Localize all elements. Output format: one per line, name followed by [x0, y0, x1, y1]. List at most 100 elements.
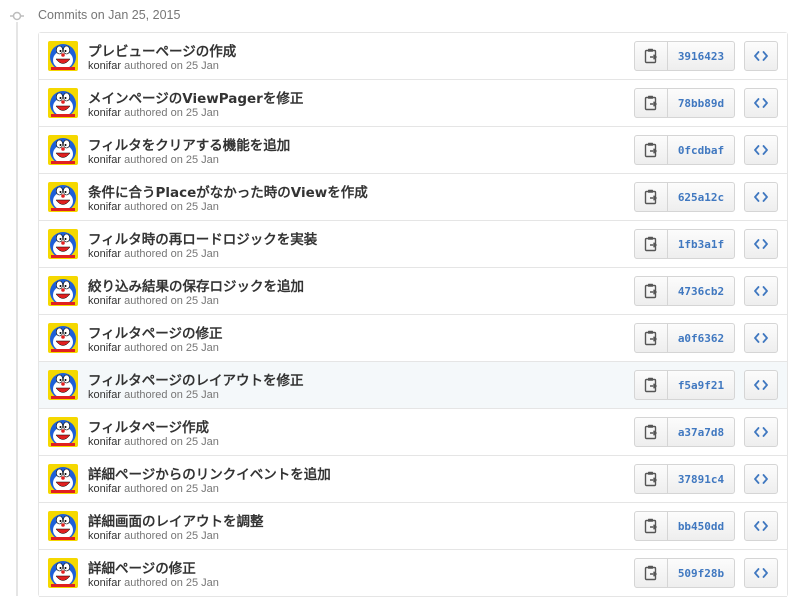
browse-repo-button[interactable] — [744, 370, 778, 400]
commit-authored-date: authored on 25 Jan — [124, 577, 219, 589]
commit-title[interactable]: 詳細ページの修正 — [88, 557, 196, 577]
commit-sha-link[interactable]: f5a9f21 — [668, 371, 734, 399]
copy-sha-button[interactable] — [635, 324, 668, 352]
commit-title[interactable]: 詳細ページからのリンクイベントを追加 — [88, 463, 331, 483]
clipboard-icon — [644, 236, 658, 252]
commit-authored-date: authored on 25 Jan — [124, 248, 219, 260]
commit-title[interactable]: フィルタページのレイアウトを修正 — [88, 369, 303, 389]
browse-repo-button[interactable] — [744, 464, 778, 494]
browse-repo-button[interactable] — [744, 182, 778, 212]
commit-sha-link[interactable]: bb450dd — [668, 512, 734, 540]
commit-title[interactable]: フィルタページ作成 — [88, 416, 209, 436]
copy-sha-button[interactable] — [635, 512, 668, 540]
avatar[interactable] — [48, 182, 78, 212]
browse-repo-button[interactable] — [744, 88, 778, 118]
avatar[interactable] — [48, 276, 78, 306]
browse-repo-button[interactable] — [744, 558, 778, 588]
commit-title[interactable]: 詳細画面のレイアウトを調整 — [88, 510, 264, 530]
browse-repo-button[interactable] — [744, 41, 778, 71]
copy-sha-button[interactable] — [635, 230, 668, 258]
commit-title[interactable]: フィルタをクリアする機能を追加 — [88, 134, 290, 154]
clipboard-icon — [644, 471, 658, 487]
commit-author[interactable]: konifar — [88, 530, 121, 542]
commit-authored-date: authored on 25 Jan — [124, 107, 219, 119]
copy-sha-button[interactable] — [635, 183, 668, 211]
commit-title[interactable]: フィルタページの修正 — [88, 322, 222, 342]
copy-sha-button[interactable] — [635, 559, 668, 587]
avatar[interactable] — [48, 370, 78, 400]
avatar[interactable] — [48, 41, 78, 71]
sha-button-group: 4736cb2 — [634, 276, 735, 306]
clipboard-icon — [644, 377, 658, 393]
browse-repo-button[interactable] — [744, 417, 778, 447]
avatar[interactable] — [48, 511, 78, 541]
avatar[interactable] — [48, 88, 78, 118]
commit-sha-link[interactable]: 1fb3a1f — [668, 230, 734, 258]
copy-sha-button[interactable] — [635, 465, 668, 493]
copy-sha-button[interactable] — [635, 136, 668, 164]
copy-sha-button[interactable] — [635, 89, 668, 117]
commit-sha-link[interactable]: 4736cb2 — [668, 277, 734, 305]
copy-sha-button[interactable] — [635, 42, 668, 70]
clipboard-icon — [644, 142, 658, 158]
sha-button-group: a0f6362 — [634, 323, 735, 353]
commit-sha-link[interactable]: a37a7d8 — [668, 418, 734, 446]
avatar[interactable] — [48, 558, 78, 588]
code-icon — [754, 568, 768, 578]
commit-row: フィルタページ作成 konifar authored on 25 Jan a37… — [39, 409, 787, 456]
commit-author[interactable]: konifar — [88, 436, 121, 448]
avatar[interactable] — [48, 464, 78, 494]
commit-author[interactable]: konifar — [88, 60, 121, 72]
browse-repo-button[interactable] — [744, 229, 778, 259]
commit-author[interactable]: konifar — [88, 154, 121, 166]
avatar[interactable] — [48, 417, 78, 447]
commit-author[interactable]: konifar — [88, 107, 121, 119]
clipboard-icon — [644, 283, 658, 299]
commit-sha-link[interactable]: 0fcdbaf — [668, 136, 734, 164]
commit-row: 詳細画面のレイアウトを調整 konifar authored on 25 Jan… — [39, 503, 787, 550]
browse-repo-button[interactable] — [744, 135, 778, 165]
copy-sha-button[interactable] — [635, 418, 668, 446]
commit-title[interactable]: プレビューページの作成 — [88, 40, 236, 60]
commit-meta: konifar authored on 25 Jan — [88, 60, 219, 72]
browse-repo-button[interactable] — [744, 276, 778, 306]
copy-sha-button[interactable] — [635, 371, 668, 399]
browse-repo-button[interactable] — [744, 511, 778, 541]
commit-author[interactable]: konifar — [88, 577, 121, 589]
doraemon-avatar-image — [48, 182, 78, 212]
commit-sha-link[interactable]: a0f6362 — [668, 324, 734, 352]
browse-repo-button[interactable] — [744, 323, 778, 353]
commit-title[interactable]: メインページのViewPagerを修正 — [88, 87, 303, 107]
commit-sha-link[interactable]: 3916423 — [668, 42, 734, 70]
commit-author[interactable]: konifar — [88, 201, 121, 213]
clipboard-icon — [644, 565, 658, 581]
commit-title[interactable]: 条件に合うPlaceがなかった時のViewを作成 — [88, 181, 368, 201]
avatar[interactable] — [48, 135, 78, 165]
commit-author[interactable]: konifar — [88, 342, 121, 354]
code-icon — [754, 192, 768, 202]
avatar[interactable] — [48, 323, 78, 353]
commit-authored-date: authored on 25 Jan — [124, 483, 219, 495]
doraemon-avatar-image — [48, 41, 78, 71]
commit-author[interactable]: konifar — [88, 483, 121, 495]
commit-author[interactable]: konifar — [88, 248, 121, 260]
code-icon — [754, 427, 768, 437]
doraemon-avatar-image — [48, 88, 78, 118]
commit-row: フィルタをクリアする機能を追加 konifar authored on 25 J… — [39, 127, 787, 174]
commit-sha-link[interactable]: 625a12c — [668, 183, 734, 211]
commit-title[interactable]: 絞り込み結果の保存ロジックを追加 — [88, 275, 304, 295]
code-icon — [754, 98, 768, 108]
commit-author[interactable]: konifar — [88, 295, 121, 307]
commit-meta: konifar authored on 25 Jan — [88, 577, 219, 589]
clipboard-icon — [644, 48, 658, 64]
commit-row: 絞り込み結果の保存ロジックを追加 konifar authored on 25 … — [39, 268, 787, 315]
doraemon-avatar-image — [48, 229, 78, 259]
commit-sha-link[interactable]: 78bb89d — [668, 89, 734, 117]
copy-sha-button[interactable] — [635, 277, 668, 305]
commit-sha-link[interactable]: 509f28b — [668, 559, 734, 587]
commit-author[interactable]: konifar — [88, 389, 121, 401]
avatar[interactable] — [48, 229, 78, 259]
doraemon-avatar-image — [48, 417, 78, 447]
commit-title[interactable]: フィルタ時の再ロードロジックを実装 — [88, 228, 317, 248]
commit-sha-link[interactable]: 37891c4 — [668, 465, 734, 493]
